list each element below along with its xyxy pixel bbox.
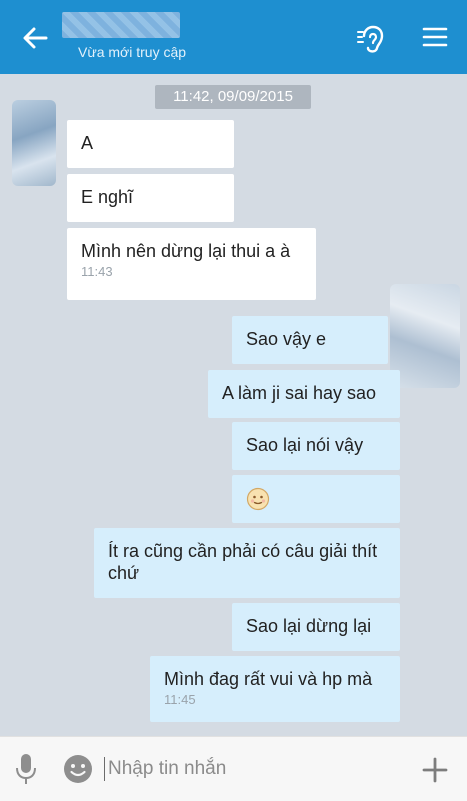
message-text: Sao lại nói vậy: [246, 435, 364, 455]
message-timestamp: 11:43: [81, 264, 113, 279]
mic-icon[interactable]: [12, 751, 40, 787]
emoji-icon[interactable]: [62, 753, 94, 785]
outgoing-message[interactable]: Sao vậy e: [232, 316, 388, 364]
message-text: Ít ra cũng cần phải có câu giải thít chứ: [108, 541, 378, 583]
message-input[interactable]: Nhập tin nhắn: [104, 753, 398, 785]
date-separator: 11:42, 09/09/2015: [155, 85, 311, 109]
message-composer: Nhập tin nhắn: [0, 736, 467, 801]
message-text: Mình nên dừng lại thui a à: [81, 241, 291, 261]
incoming-message[interactable]: Mình nên dừng lại thui a à 11:43: [67, 228, 316, 300]
message-text: A: [81, 133, 94, 153]
outgoing-message[interactable]: Sao lại dừng lại: [232, 603, 400, 651]
outgoing-message[interactable]: [232, 475, 400, 523]
message-text: Sao vậy e: [246, 329, 327, 349]
outgoing-message[interactable]: Ít ra cũng cần phải có câu giải thít chứ: [94, 528, 400, 598]
incoming-message[interactable]: A: [67, 120, 234, 168]
message-timestamp: 11:45: [164, 692, 196, 707]
plus-icon[interactable]: [420, 755, 450, 785]
menu-icon[interactable]: [420, 22, 450, 52]
message-text: Sao lại dừng lại: [246, 616, 372, 636]
incoming-message[interactable]: E nghĩ: [67, 174, 234, 222]
message-text: Mình đag rất vui và hp mà: [164, 669, 373, 689]
message-text: E nghĩ: [81, 187, 134, 207]
outgoing-message[interactable]: Mình đag rất vui và hp mà 11:45: [150, 656, 400, 722]
message-text: A làm ji sai hay sao: [222, 383, 377, 403]
own-avatar[interactable]: [390, 284, 460, 388]
smile-emoji-icon: [246, 488, 270, 511]
ear-icon[interactable]: [356, 22, 390, 56]
chat-header: Vừa mới truy cập: [0, 0, 467, 74]
back-arrow-icon[interactable]: [16, 18, 56, 58]
contact-name-redacted[interactable]: [62, 12, 180, 38]
contact-status: Vừa mới truy cập: [78, 44, 187, 60]
outgoing-message[interactable]: Sao lại nói vậy: [232, 422, 400, 470]
outgoing-message[interactable]: A làm ji sai hay sao: [208, 370, 400, 418]
contact-avatar[interactable]: [12, 100, 56, 186]
